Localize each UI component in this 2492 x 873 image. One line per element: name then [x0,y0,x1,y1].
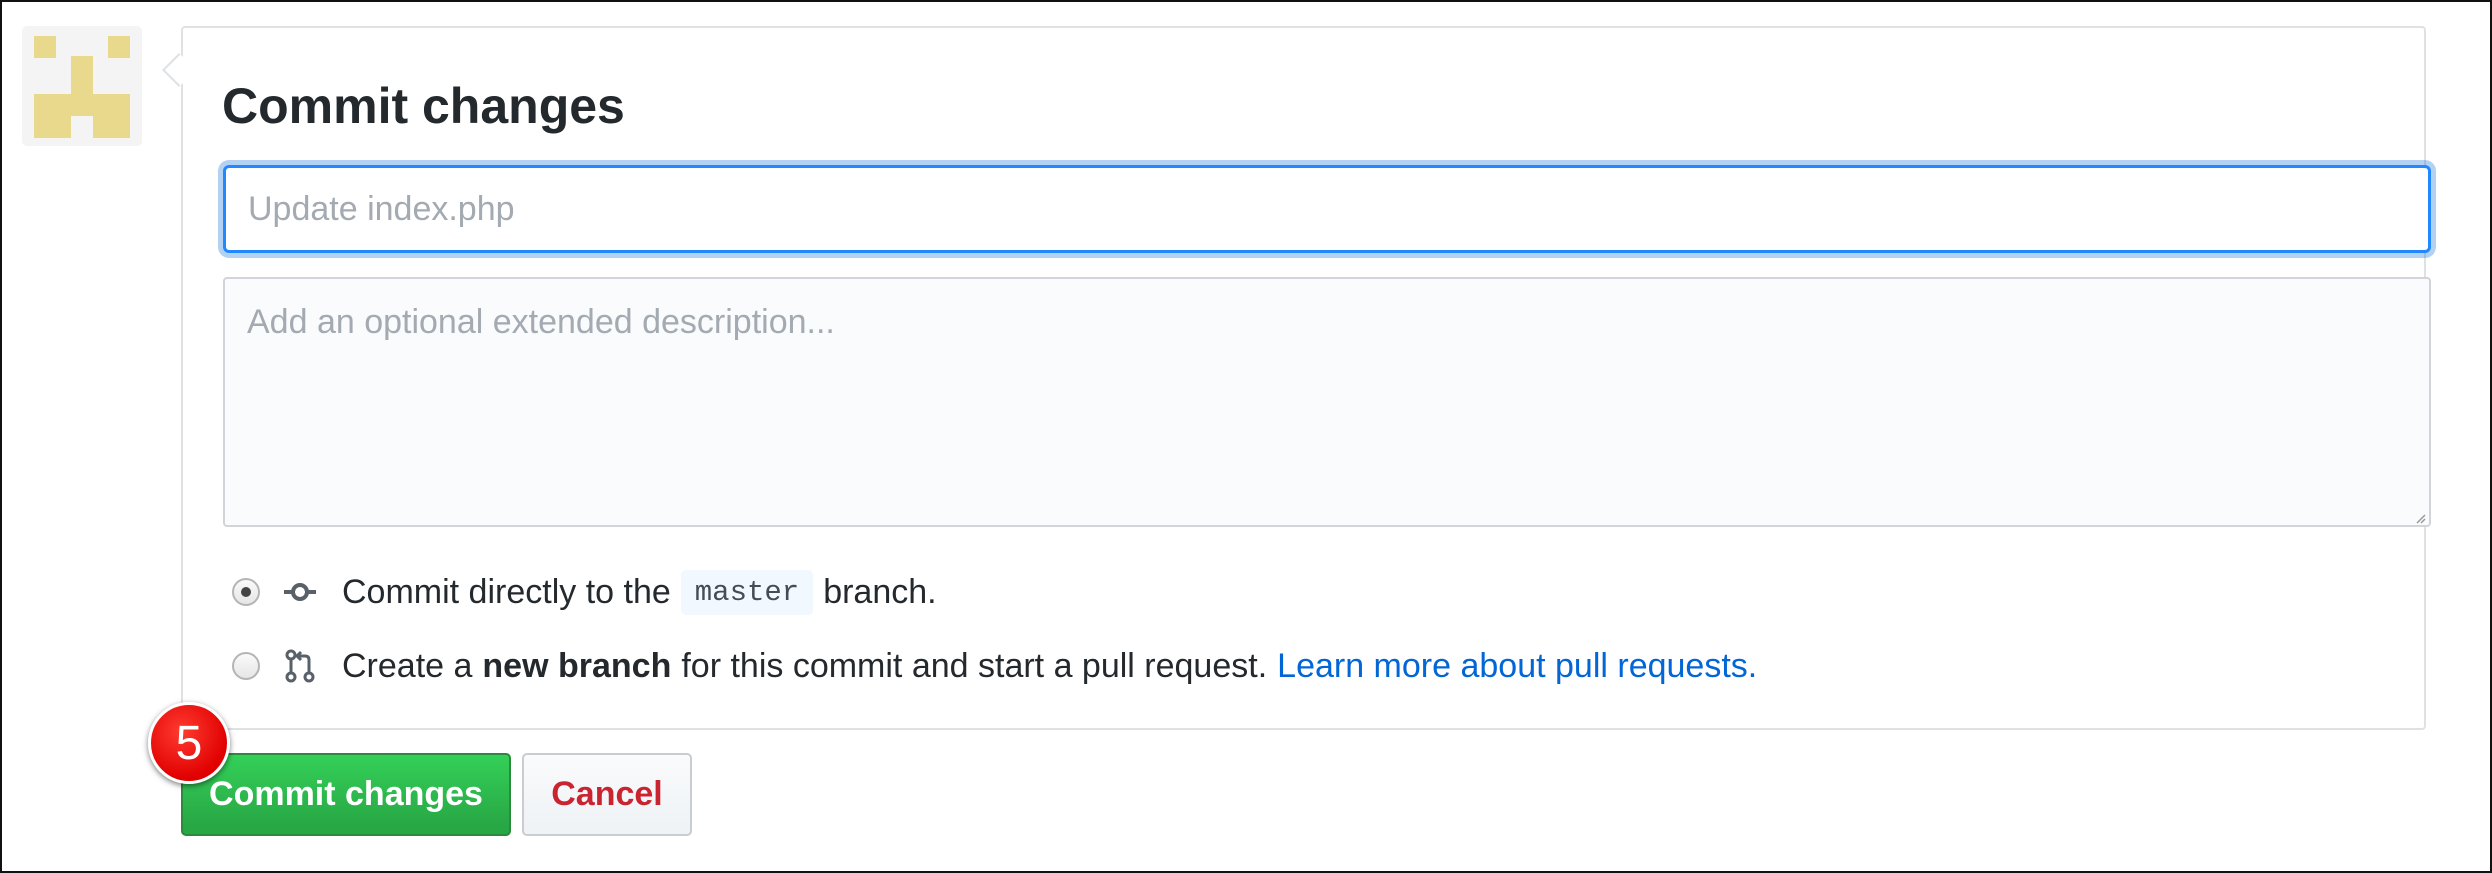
commit-description-textarea[interactable] [223,277,2431,527]
branch-name-badge: master [680,569,814,615]
commit-direct-prefix: Commit directly to the [342,572,671,611]
resize-grip-icon[interactable] [2414,512,2426,524]
new-branch-suffix: for this commit and start a pull request… [681,646,1268,685]
new-branch-radio[interactable] [232,652,260,680]
commit-direct-radio[interactable] [232,578,260,606]
user-avatar [22,26,142,146]
git-commit-icon [284,583,316,601]
cancel-button[interactable]: Cancel [522,753,692,836]
commit-summary-input[interactable] [223,165,2431,253]
git-pull-request-icon [285,649,315,683]
step-callout-badge: 5 [148,702,230,784]
new-branch-prefix: Create a [342,646,473,685]
commit-direct-option[interactable]: Commit directly to the master branch. [232,564,937,620]
learn-more-link[interactable]: Learn more about pull requests. [1277,647,1757,686]
new-branch-bold: new branch [482,646,672,685]
new-branch-option[interactable]: Create a new branch for this commit and … [232,638,1757,694]
commit-direct-suffix: branch. [823,572,937,611]
commit-changes-button[interactable]: Commit changes [181,753,511,836]
commit-form-title: Commit changes [222,78,625,134]
